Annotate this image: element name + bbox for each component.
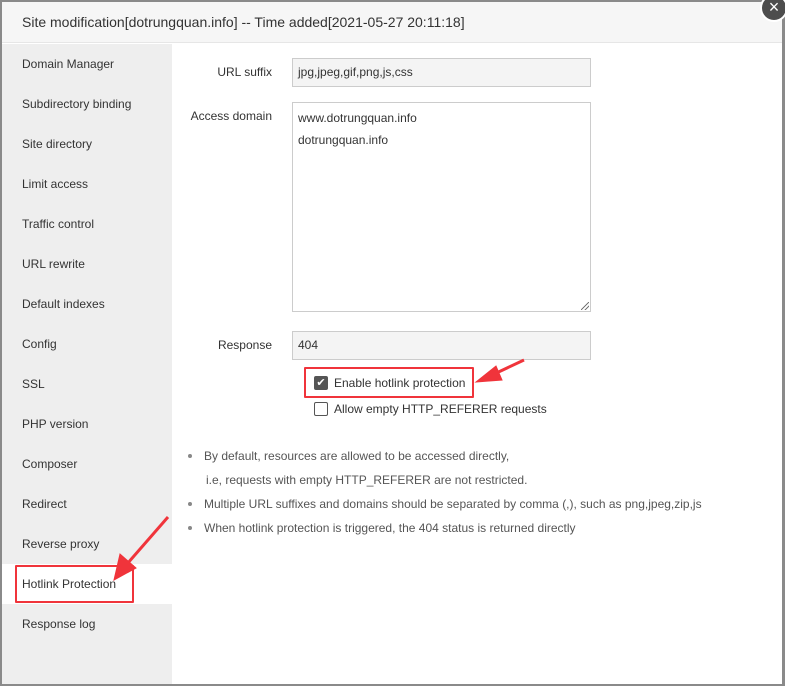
tips-list: By default, resources are allowed to be … bbox=[186, 444, 702, 540]
sidebar-item-response-log[interactable]: Response log bbox=[2, 604, 172, 644]
response-row: Response 404 bbox=[172, 331, 591, 360]
sidebar-item-redirect[interactable]: Redirect bbox=[2, 484, 172, 524]
sidebar-item-site-directory[interactable]: Site directory bbox=[2, 124, 172, 164]
access-domain-label: Access domain bbox=[190, 109, 272, 123]
access-domain-line: dotrungquan.info bbox=[298, 133, 389, 147]
hotlink-protection-panel: URL suffix jpg,jpeg,gif,png,js,css Acces… bbox=[172, 44, 782, 684]
sidebar-nav: Domain Manager Subdirectory binding Site… bbox=[2, 44, 172, 684]
sidebar-item-limit-access[interactable]: Limit access bbox=[2, 164, 172, 204]
tip-item: Multiple URL suffixes and domains should… bbox=[186, 492, 702, 516]
sidebar-item-subdirectory-binding[interactable]: Subdirectory binding bbox=[2, 84, 172, 124]
sidebar-item-domain-manager[interactable]: Domain Manager bbox=[2, 44, 172, 84]
sidebar-item-php-version[interactable]: PHP version bbox=[2, 404, 172, 444]
annotation-highlight-box bbox=[15, 565, 134, 603]
sidebar-item-ssl[interactable]: SSL bbox=[2, 364, 172, 404]
access-domain-row: Access domain www.dotrungquan.info dotru… bbox=[172, 102, 591, 312]
sidebar-item-reverse-proxy[interactable]: Reverse proxy bbox=[2, 524, 172, 564]
sidebar-item-default-indexes[interactable]: Default indexes bbox=[2, 284, 172, 324]
allow-empty-referer-checkbox[interactable]: Allow empty HTTP_REFERER requests bbox=[314, 402, 547, 416]
resize-grip-icon[interactable] bbox=[581, 302, 589, 310]
url-suffix-row: URL suffix jpg,jpeg,gif,png,js,css bbox=[172, 58, 591, 87]
sidebar-item-traffic-control[interactable]: Traffic control bbox=[2, 204, 172, 244]
url-suffix-input[interactable]: jpg,jpeg,gif,png,js,css bbox=[292, 58, 591, 87]
response-label: Response bbox=[217, 338, 272, 352]
response-input[interactable]: 404 bbox=[292, 331, 591, 360]
allow-empty-referer-label: Allow empty HTTP_REFERER requests bbox=[334, 402, 547, 416]
bullet-icon bbox=[188, 502, 192, 506]
checkbox-unchecked-icon[interactable] bbox=[314, 402, 328, 416]
tip-item: By default, resources are allowed to be … bbox=[186, 444, 702, 468]
bullet-icon bbox=[188, 526, 192, 530]
enable-hotlink-checkbox[interactable]: ✔ Enable hotlink protection bbox=[314, 376, 465, 390]
tip-continuation: i.e, requests with empty HTTP_REFERER ar… bbox=[206, 473, 528, 487]
sidebar-item-hotlink-protection[interactable]: Hotlink Protection bbox=[2, 564, 172, 604]
checkbox-checked-icon[interactable]: ✔ bbox=[314, 376, 328, 390]
access-domain-line: www.dotrungquan.info bbox=[298, 111, 417, 125]
site-modification-dialog: Site modification[dotrungquan.info] -- T… bbox=[2, 2, 782, 684]
bullet-icon bbox=[188, 454, 192, 458]
sidebar-item-config[interactable]: Config bbox=[2, 324, 172, 364]
access-domain-textarea[interactable]: www.dotrungquan.info dotrungquan.info bbox=[292, 102, 591, 312]
sidebar-item-composer[interactable]: Composer bbox=[2, 444, 172, 484]
dialog-title: Site modification[dotrungquan.info] -- T… bbox=[2, 2, 782, 43]
enable-hotlink-label: Enable hotlink protection bbox=[334, 376, 466, 390]
sidebar-item-url-rewrite[interactable]: URL rewrite bbox=[2, 244, 172, 284]
url-suffix-label: URL suffix bbox=[217, 65, 272, 79]
tip-item: When hotlink protection is triggered, th… bbox=[186, 516, 702, 540]
